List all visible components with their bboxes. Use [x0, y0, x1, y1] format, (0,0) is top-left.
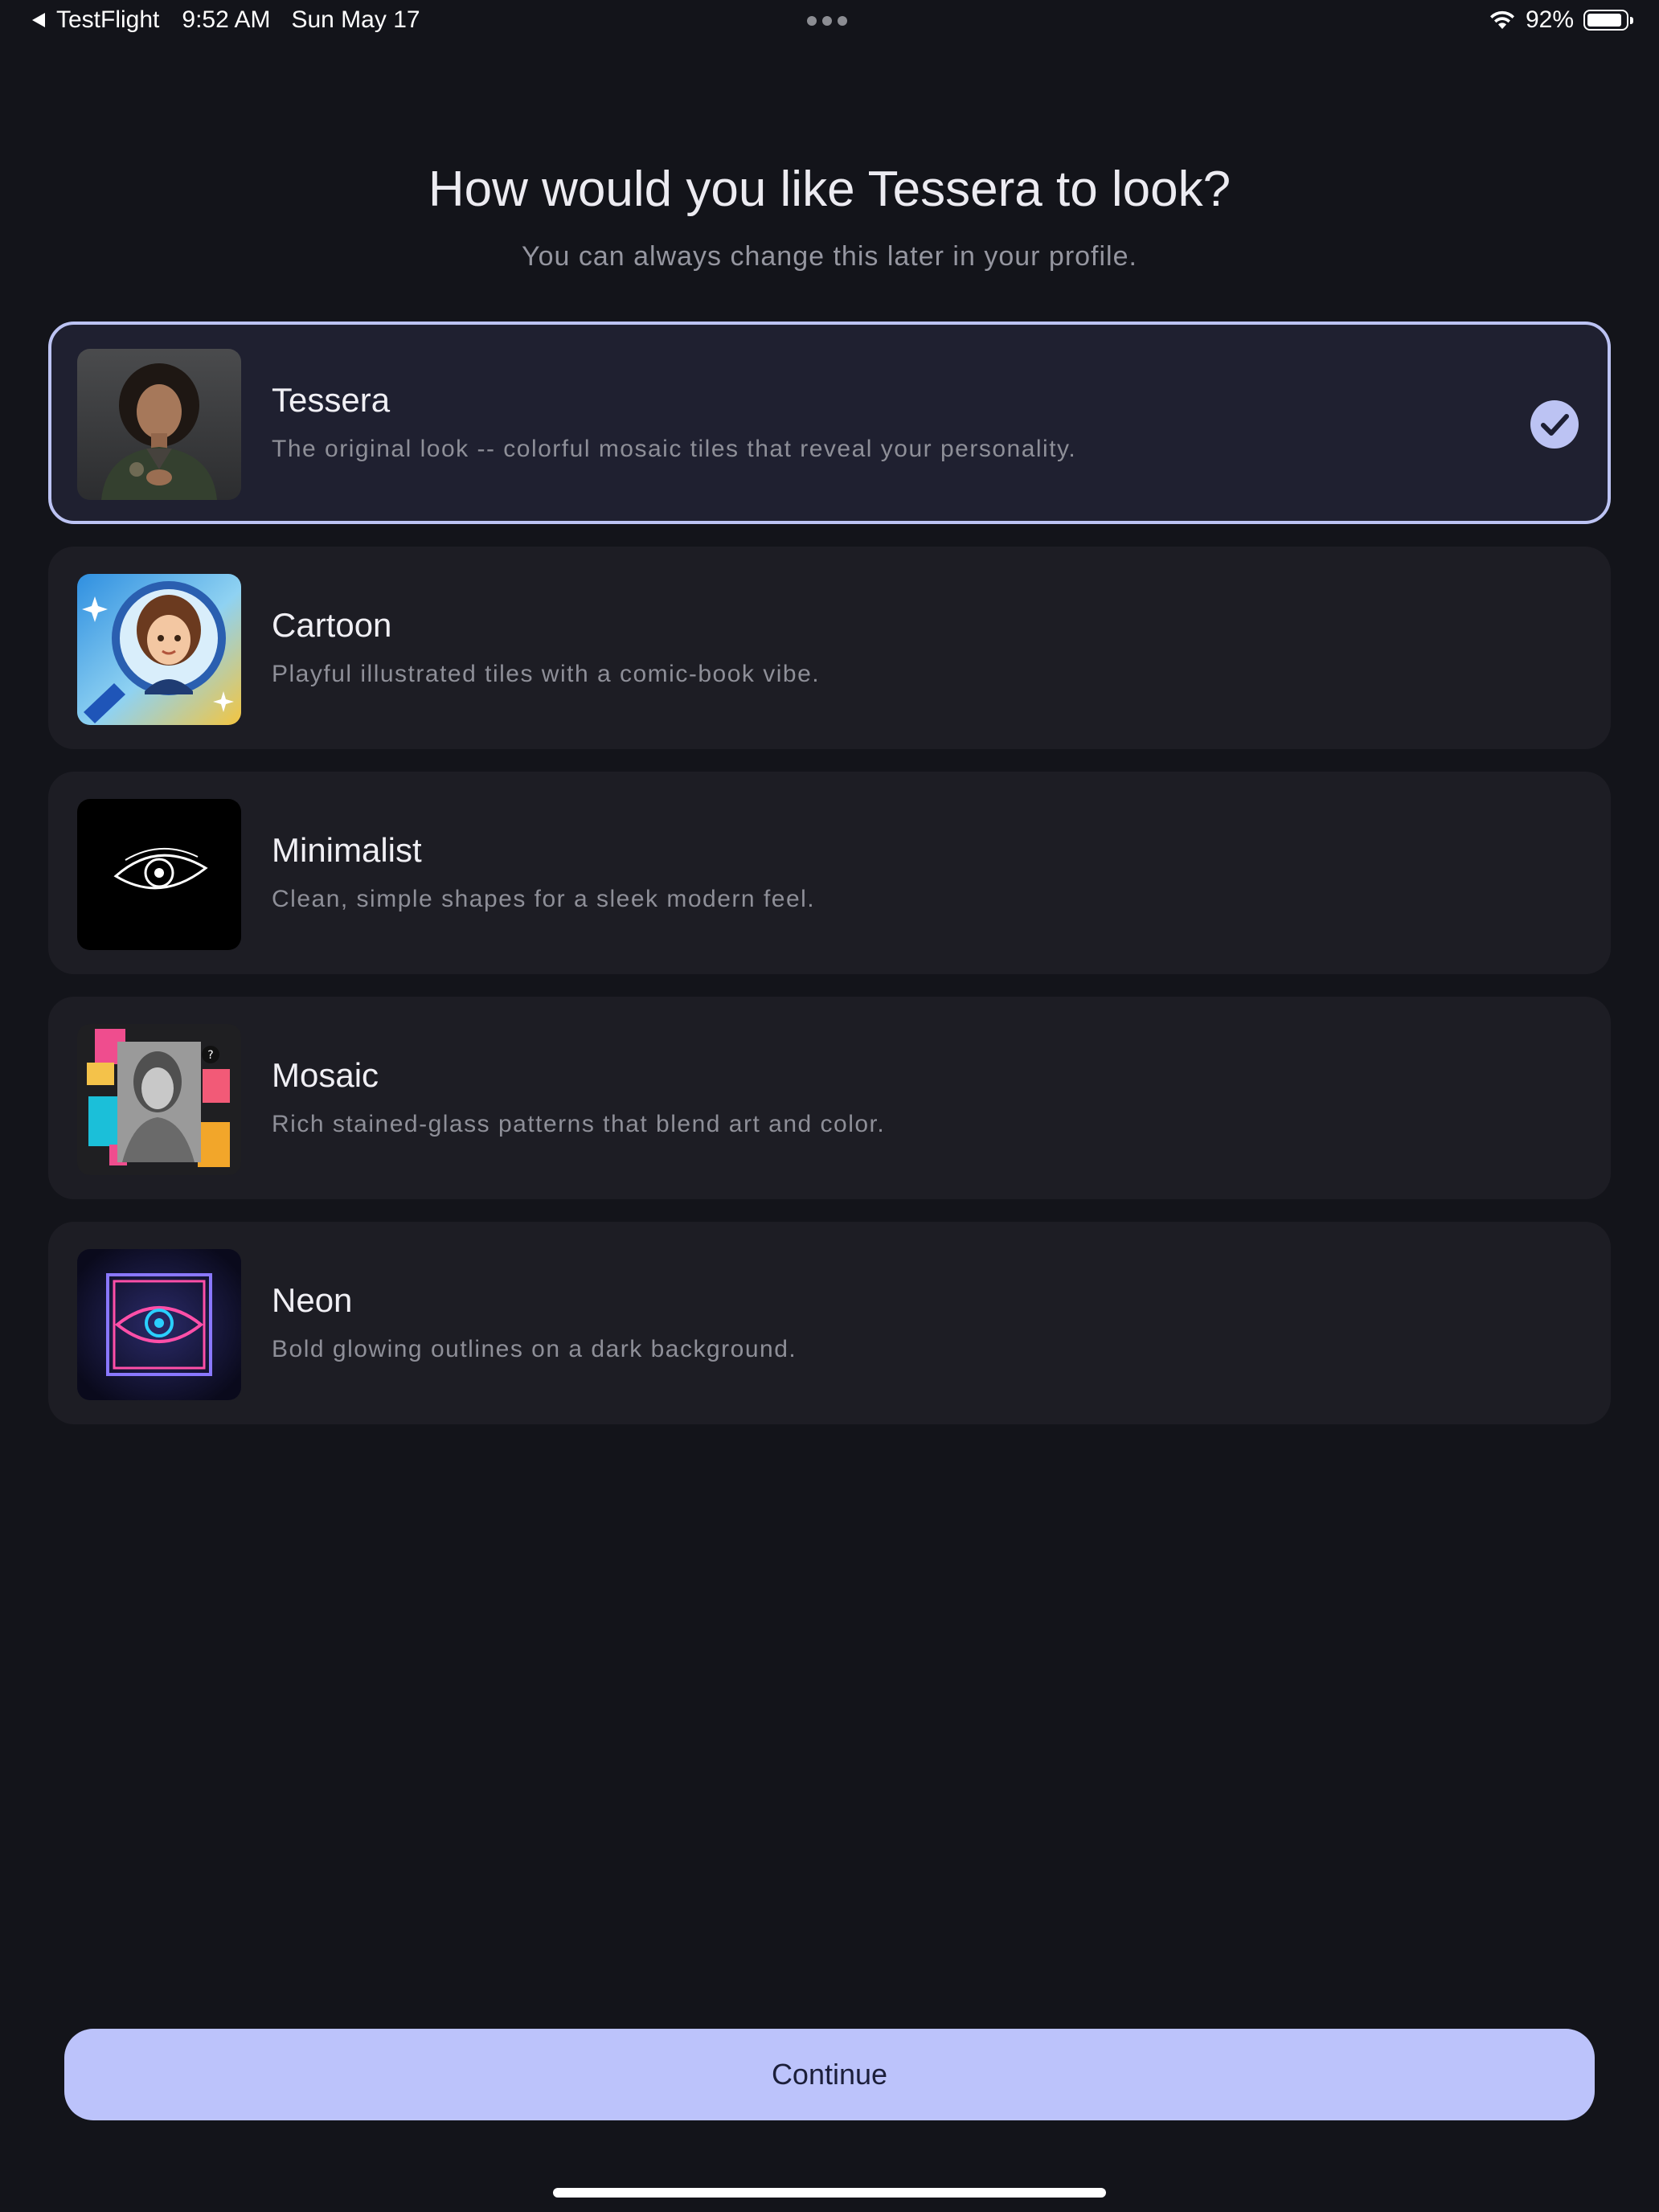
- option-description: Rich stained-glass patterns that blend a…: [272, 1111, 886, 1137]
- battery-icon: [1583, 10, 1633, 31]
- back-to-app-label[interactable]: TestFlight: [56, 6, 159, 34]
- mosaic-collage-thumbnail: ?: [77, 1024, 241, 1175]
- status-date: Sun May 17: [291, 6, 420, 33]
- page-title: How would you like Tessera to look?: [428, 162, 1231, 217]
- wifi-icon: [1489, 10, 1514, 29]
- status-right: 92%: [1489, 6, 1633, 34]
- cartoon-magnifier-thumbnail: [77, 574, 241, 725]
- minimalist-eye-thumbnail: [77, 799, 241, 950]
- style-option-tessera[interactable]: Tessera The original look -- colorful mo…: [48, 322, 1611, 524]
- style-options-list: Tessera The original look -- colorful mo…: [48, 322, 1611, 1447]
- status-bar: TestFlight 9:52 AM Sun May 17 92%: [0, 0, 1659, 45]
- status-time: 9:52 AM: [182, 6, 271, 33]
- style-option-cartoon[interactable]: Cartoon Playful illustrated tiles with a…: [48, 547, 1611, 749]
- svg-text:?: ?: [207, 1049, 213, 1062]
- option-description: The original look -- colorful mosaic til…: [272, 436, 1077, 462]
- style-option-neon[interactable]: Neon Bold glowing outlines on a dark bac…: [48, 1222, 1611, 1424]
- checkmark-icon: [1530, 400, 1579, 449]
- option-name: Tessera: [272, 381, 391, 419]
- multitasking-dots-icon[interactable]: [807, 16, 847, 26]
- style-option-minimalist[interactable]: Minimalist Clean, simple shapes for a sl…: [48, 772, 1611, 974]
- neon-eye-thumbnail: [77, 1249, 241, 1400]
- page-subtitle: You can always change this later in your…: [522, 241, 1137, 272]
- style-selection-screen: TestFlight 9:52 AM Sun May 17 92% How wo…: [0, 0, 1659, 2212]
- status-left[interactable]: TestFlight 9:52 AM Sun May 17: [32, 6, 420, 34]
- continue-button[interactable]: Continue: [64, 2029, 1595, 2120]
- back-arrow-icon[interactable]: [32, 13, 45, 27]
- option-description: Playful illustrated tiles with a comic-b…: [272, 661, 821, 687]
- option-name: Neon: [272, 1281, 353, 1319]
- tessera-portrait-thumbnail: [77, 349, 241, 500]
- style-option-mosaic[interactable]: ? Mosaic Rich stained-glass patterns tha…: [48, 997, 1611, 1199]
- option-name: Cartoon: [272, 606, 392, 644]
- option-name: Minimalist: [272, 831, 422, 869]
- battery-percent: 92%: [1525, 6, 1574, 33]
- option-description: Bold glowing outlines on a dark backgrou…: [272, 1336, 797, 1362]
- option-name: Mosaic: [272, 1056, 379, 1094]
- option-description: Clean, simple shapes for a sleek modern …: [272, 886, 816, 912]
- home-indicator[interactable]: [553, 2188, 1106, 2198]
